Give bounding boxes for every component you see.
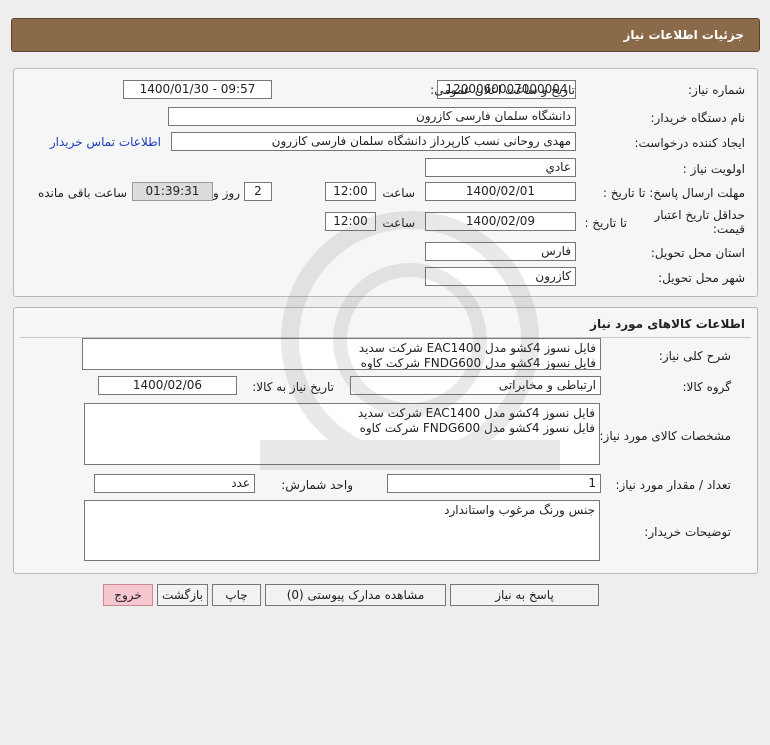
view-attachments-button[interactable]: مشاهده مدارک پیوستی (0)	[265, 584, 446, 606]
validity-time-label: ساعت	[382, 216, 415, 230]
need-date-label: تاریخ نیاز به کالا:	[252, 380, 334, 394]
need-info-panel: شماره نیاز: 1200060007000004 تاریخ و ساع…	[13, 68, 758, 297]
goods-group-label: گروه کالا:	[682, 380, 732, 394]
summary-label: شرح کلی نیاز:	[658, 349, 731, 363]
print-button[interactable]: چاپ	[212, 584, 261, 606]
goods-group-field: ارتباطی و مخابراتی	[350, 376, 601, 395]
deadline-date-field: 1400/02/01	[425, 182, 576, 201]
need-date-field: 1400/02/06	[98, 376, 237, 395]
back-button[interactable]: بازگشت	[157, 584, 208, 606]
province-label: استان محل تحویل:	[650, 246, 745, 260]
validity-time-field: 12:00	[325, 212, 376, 231]
announce-date-field: 1400/01/30 - 09:57	[123, 80, 272, 99]
buyer-org-label: نام دستگاه خریدار:	[650, 111, 746, 125]
priority-label: اولویت نیاز :	[682, 162, 745, 176]
deadline-label: مهلت ارسال پاسخ: تا تاریخ :	[602, 186, 745, 200]
buyer-org-field: دانشگاه سلمان فارسی کازرون	[168, 107, 576, 126]
validity-label-line2: قیمت:	[712, 222, 745, 236]
announce-label: تاریخ و ساعت اعلان عمومی:	[430, 83, 575, 97]
goods-panel: اطلاعات کالاهای مورد نیاز شرح کلی نیاز: …	[13, 307, 758, 574]
unit-field: عدد	[94, 474, 255, 493]
city-label: شهر محل تحویل:	[658, 271, 745, 285]
page-header: جزئیات اطلاعات نیاز	[11, 18, 760, 52]
days-label: روز و	[213, 186, 240, 200]
need-number-label: شماره نیاز:	[688, 83, 745, 97]
validity-to-label: تا تاریخ :	[584, 216, 627, 230]
remaining-time-field: 01:39:31	[132, 182, 213, 201]
reply-button[interactable]: پاسخ به نیاز	[450, 584, 599, 606]
buyer-description-label: توضیحات خریدار:	[644, 525, 731, 539]
quantity-label: تعداد / مقدار مورد نیاز:	[615, 478, 731, 492]
requester-label: ایجاد کننده درخواست:	[634, 136, 745, 150]
days-remaining-field: 2	[244, 182, 272, 201]
deadline-time-field: 12:00	[325, 182, 376, 201]
validity-label-line1: حداقل تاریخ اعتبار	[654, 208, 745, 222]
remaining-label: ساعت باقی مانده	[37, 186, 127, 200]
unit-label: واحد شمارش:	[281, 478, 353, 492]
province-field: فارس	[425, 242, 576, 261]
city-field: کازرون	[425, 267, 576, 286]
specs-field: فایل نسوز 4کشو مدل EAC1400 شرکت سدید فای…	[84, 403, 600, 465]
specs-label: مشخصات کالای مورد نیاز:	[599, 429, 731, 443]
priority-field: عادي	[425, 158, 576, 177]
requester-field: مهدی روحانی نسب کارپرداز دانشگاه سلمان ف…	[171, 132, 576, 151]
deadline-time-label: ساعت	[382, 186, 415, 200]
summary-field: فایل نسوز 4کشو مدل EAC1400 شرکت سدید فای…	[82, 338, 601, 370]
quantity-field: 1	[387, 474, 601, 493]
page-title: جزئیات اطلاعات نیاز	[623, 28, 744, 42]
exit-button[interactable]: خروج	[103, 584, 153, 606]
goods-section-title: اطلاعات کالاهای مورد نیاز	[590, 317, 745, 331]
buyer-description-field: جنس ورنگ مرغوب واستاندارد	[84, 500, 600, 561]
buyer-contact-link[interactable]: اطلاعات تماس خریدار	[50, 135, 161, 149]
validity-date-field: 1400/02/09	[425, 212, 576, 231]
